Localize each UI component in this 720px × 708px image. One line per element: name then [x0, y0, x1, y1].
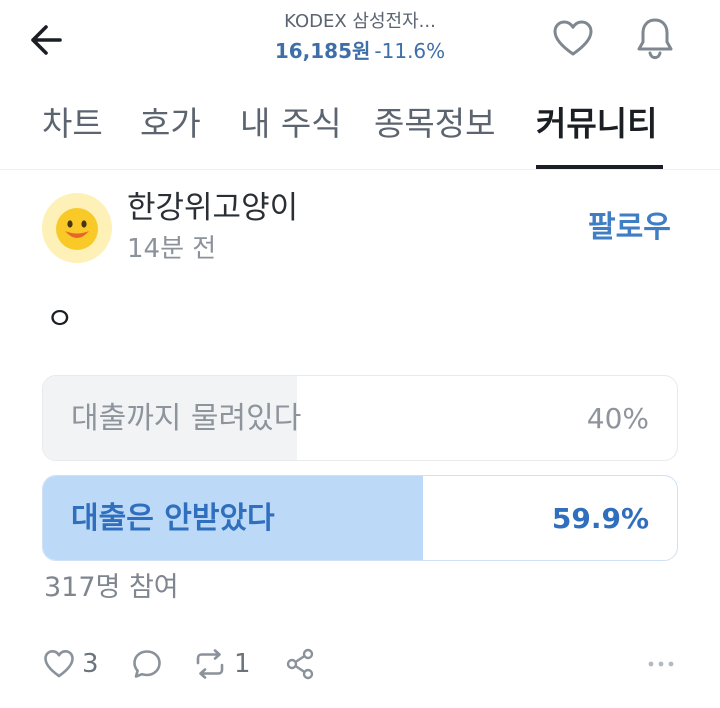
heart-icon: [553, 20, 593, 56]
poll-option-1-label: 대출까지 물려있다: [71, 401, 302, 436]
stock-price-line: 16,185원 -11.6%: [0, 36, 720, 66]
favorite-button[interactable]: [550, 16, 596, 62]
stock-change: -11.6%: [374, 39, 446, 63]
top-bar: KODEX 삼성전자... 16,185원 -11.6%: [0, 0, 720, 90]
comment-icon: [133, 650, 161, 678]
tab-bar: 차트 호가 내 주식 종목정보 커뮤니티: [0, 92, 720, 170]
bell-icon: [637, 18, 673, 60]
active-tab-indicator: [536, 165, 663, 169]
author-name[interactable]: 한강위고양이: [127, 188, 298, 228]
smiley-face-icon: [56, 208, 98, 250]
like-button[interactable]: 3: [42, 640, 99, 688]
poll-option-1[interactable]: 대출까지 물려있다 40%: [42, 375, 678, 461]
share-button[interactable]: [284, 640, 316, 688]
repost-count: 1: [234, 649, 251, 679]
tab-orderbook[interactable]: 호가: [140, 102, 201, 146]
repost-icon: [196, 649, 224, 679]
notification-button[interactable]: [632, 14, 678, 62]
stock-name: KODEX 삼성전자...: [284, 11, 436, 32]
comment-button[interactable]: [130, 640, 164, 688]
stock-title: KODEX 삼성전자... 16,185원 -11.6%: [0, 10, 720, 66]
post-time: 14분 전: [127, 234, 217, 264]
more-button[interactable]: [646, 640, 676, 688]
repost-button[interactable]: 1: [192, 640, 251, 688]
heart-icon: [44, 650, 74, 678]
avatar[interactable]: [42, 193, 112, 263]
poll-participants: 317명 참여: [44, 572, 179, 603]
poll-option-2-percent: 59.9%: [551, 502, 649, 535]
share-icon: [286, 648, 314, 680]
tab-my-stock[interactable]: 내 주식: [240, 102, 342, 146]
tab-community[interactable]: 커뮤니티: [536, 102, 657, 146]
tab-stock-info[interactable]: 종목정보: [374, 102, 495, 146]
like-count: 3: [82, 649, 99, 679]
more-icon: [648, 661, 674, 667]
post-actions: 3 1: [0, 640, 720, 688]
poll-option-2[interactable]: 대출은 안받았다 59.9%: [42, 475, 678, 561]
post-body: ㅇ: [46, 302, 74, 337]
follow-button[interactable]: 팔로우: [588, 208, 671, 248]
stock-price: 16,185원: [274, 39, 371, 63]
poll-option-2-label: 대출은 안받았다: [71, 501, 275, 536]
tab-chart[interactable]: 차트: [42, 102, 103, 146]
poll-option-1-percent: 40%: [586, 402, 649, 435]
